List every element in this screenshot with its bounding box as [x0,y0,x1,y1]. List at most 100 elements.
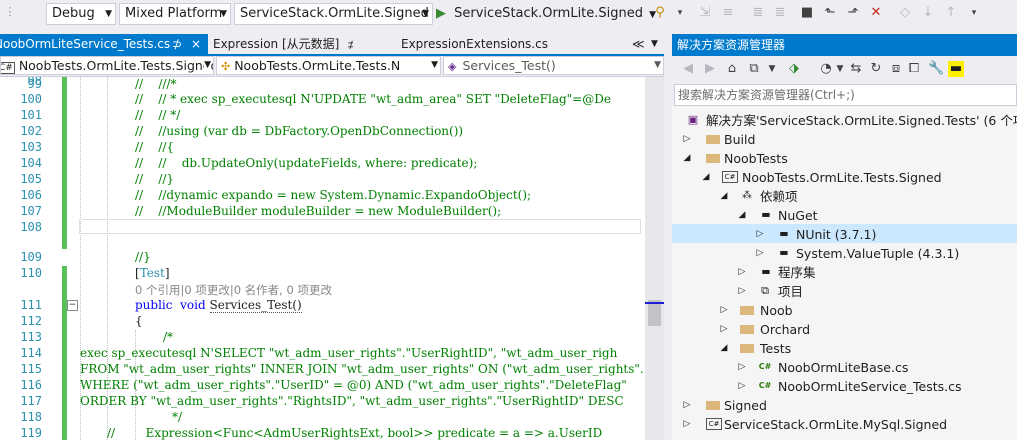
tree-node-label: 依赖项 [760,189,798,204]
chevron-down-icon: ▼ [204,57,211,74]
folder-icon [740,344,754,353]
back-icon[interactable]: ◀ [680,61,696,77]
folder-icon [706,154,720,163]
tree-node[interactable]: ◢ ⁂ 依赖项 [0,187,1017,206]
pin-icon[interactable]: ⊅ [347,40,353,51]
project-nav-value: NoobTests.OrmLite.Tests.Signed [18,58,214,73]
tab-expressionextensions[interactable]: ExpressionExtensions.cs [401,34,551,54]
expand-arrow-icon[interactable]: ▷ [737,282,747,301]
tree-node[interactable]: ▷ Noob [0,301,1017,320]
package-icon: ▪▪ [779,248,789,257]
comment-lines-icon: ≣ [752,5,764,20]
expand-arrow-icon[interactable]: ▷ [682,415,692,434]
collapse-arrow-icon[interactable]: ◢ [719,187,729,206]
package-icon: ▪▪ [779,229,789,238]
properties-icon[interactable]: 🔧 [928,61,944,77]
start-debugging-button[interactable]: ▶ ServiceStack.OrmLite.Signed ▼ [436,3,656,25]
configuration-dropdown[interactable]: Debug ▼ [46,3,116,25]
expand-arrow-icon[interactable]: ▷ [737,263,747,282]
dependencies-icon: ⁂ [742,190,752,201]
tree-node-label: NoobTests [724,151,788,166]
expand-arrow-icon[interactable]: ▷ [682,396,692,415]
collapse-arrow-icon[interactable]: ◢ [719,339,729,358]
expand-arrow-icon[interactable]: ▷ [719,320,729,339]
switch-views-icon[interactable]: ⧉ [746,61,762,77]
close-icon[interactable]: × [191,34,201,54]
tree-node[interactable]: ◢ Tests [0,339,1017,358]
toolbar-overflow-icon[interactable]: ▾ [672,5,688,21]
tab-label: ExpressionExtensions.cs [401,37,548,51]
expand-arrow-icon[interactable]: ▷ [737,358,747,377]
toolbar-overflow-icon[interactable]: ▾ [966,5,982,21]
platform-dropdown[interactable]: Mixed Platform ▼ [119,3,231,25]
toolbar-grip-icon: ⋮ [4,5,16,18]
tree-node[interactable]: ◢ C# NoobTests.OrmLite.Tests.Signed [0,168,1017,187]
search-placeholder: 搜索解决方案资源管理器(Ctrl+;) [678,88,855,102]
class-nav-dropdown[interactable]: ✣ NoobTests.OrmLite.Tests.N ▼ [216,56,441,75]
sync-icon[interactable]: ⇆ [848,61,864,77]
chevron-down-icon[interactable]: ▼ [832,61,848,77]
tree-node-label: Build [724,132,756,147]
csharp-file-icon: C# [758,362,772,371]
solution-explorer-title: 解决方案资源管理器 [672,34,1017,56]
solution-explorer-search[interactable]: 搜索解决方案资源管理器(Ctrl+;) [674,84,1017,106]
prev-bookmark-icon[interactable]: ⬑ [822,5,838,21]
collapse-arrow-icon[interactable]: ◢ [701,168,711,187]
tree-node[interactable]: ▷ ▪▪ NUnit (3.7.1) [0,225,1017,244]
tab-nooormliteservice-tests[interactable]: NoobOrmLiteService_Tests.cs ⊅ × [0,34,208,54]
tab-overflow-icon[interactable]: ≪ [632,34,648,54]
tree-node[interactable]: ▷ ▪▪ System.ValueTuple (4.3.1) [0,244,1017,263]
pin-icon[interactable]: ⊅ [172,34,182,54]
tree-node[interactable]: ▷ ▪▪ 程序集 [0,263,1017,282]
collapse-arrow-icon[interactable]: ◢ [737,206,747,225]
find-in-files-icon[interactable]: ⚲ [652,5,668,21]
forward-icon[interactable]: ▶ [702,61,718,77]
refresh-icon[interactable]: ↻ [868,61,884,77]
home-icon[interactable]: ⌂ [724,61,740,77]
clear-bookmarks-icon[interactable]: ✕ [868,5,884,21]
chevron-down-icon: ▼ [422,9,429,19]
arrow-down-icon: ↓ [922,5,934,20]
expand-arrow-icon[interactable]: ▷ [682,130,692,149]
folder-icon [706,135,720,144]
tree-node[interactable]: ▷ ⧉ 项目 [0,282,1017,301]
member-nav-dropdown[interactable]: ◈ Services_Test() ▼ [443,56,664,75]
project-ref-icon: ⧉ [761,284,769,297]
expand-arrow-icon[interactable]: ▷ [737,377,747,396]
line-number: 99 [27,77,42,91]
show-all-files-icon[interactable]: ⧠ [906,61,922,77]
expand-arrow-icon[interactable]: ▷ [755,244,765,263]
expand-arrow-icon[interactable]: ▷ [719,301,729,320]
tree-node-label: Noob [760,303,793,318]
project-nav-dropdown[interactable]: C# NoobTests.OrmLite.Tests.Signed ▼ [0,56,214,75]
code-line: // ///* [135,77,177,91]
tree-node[interactable]: ▷ Build [0,130,1017,149]
expand-arrow-icon[interactable]: ▷ [755,225,765,244]
tree-node[interactable]: ▷ Signed [0,396,1017,415]
preview-selected-icon[interactable]: ▬ [948,61,964,77]
pending-changes-filter-icon[interactable]: ⬗ [786,61,802,77]
startup-project-dropdown[interactable]: ServiceStack.OrmLite.Signed ▼ [234,3,433,25]
member-nav-value: Services_Test() [462,58,556,73]
chevron-down-icon[interactable]: ▼ [651,34,663,54]
tree-node[interactable]: ▷ C# NoobOrmLiteService_Tests.cs [0,377,1017,396]
tree-node[interactable]: ◢ NoobTests [0,149,1017,168]
tree-node[interactable]: ▷ C# ServiceStack.OrmLite.MySql.Signed [0,415,1017,434]
tree-node-label: NoobTests.OrmLite.Tests.Signed [742,170,942,185]
main-toolbar: ⋮ Debug ▼ Mixed Platform ▼ ServiceStack.Or… [0,0,1017,35]
panel-title: 解决方案资源管理器 [677,38,786,52]
tree-node[interactable]: ▣ 解决方案'ServiceStack.OrmLite.Signed.Tests'… [0,111,1017,130]
collapse-arrow-icon[interactable]: ◢ [682,149,692,168]
next-bookmark-icon[interactable]: ⬏ [845,5,861,21]
tree-node-label: 解决方案'ServiceStack.OrmLite.Signed.Tests' … [706,113,1017,128]
folder-icon [706,401,720,410]
play-icon: ▶ [436,6,446,21]
collapse-all-icon[interactable]: ⧈ [888,61,904,77]
editor-tab-strip: NoobOrmLiteService_Tests.cs ⊅ × Expressi… [0,34,664,54]
tab-expression[interactable]: Expression [从元数据] ⊅ [213,34,353,54]
chevron-down-icon[interactable]: ▼ [764,61,780,77]
tree-node[interactable]: ▷ Orchard [0,320,1017,339]
tree-node[interactable]: ◢ ▪▪ NuGet [0,206,1017,225]
tree-node[interactable]: ▷ C# NoobOrmLiteBase.cs [0,358,1017,377]
bookmark-icon[interactable]: ■ [799,5,815,21]
